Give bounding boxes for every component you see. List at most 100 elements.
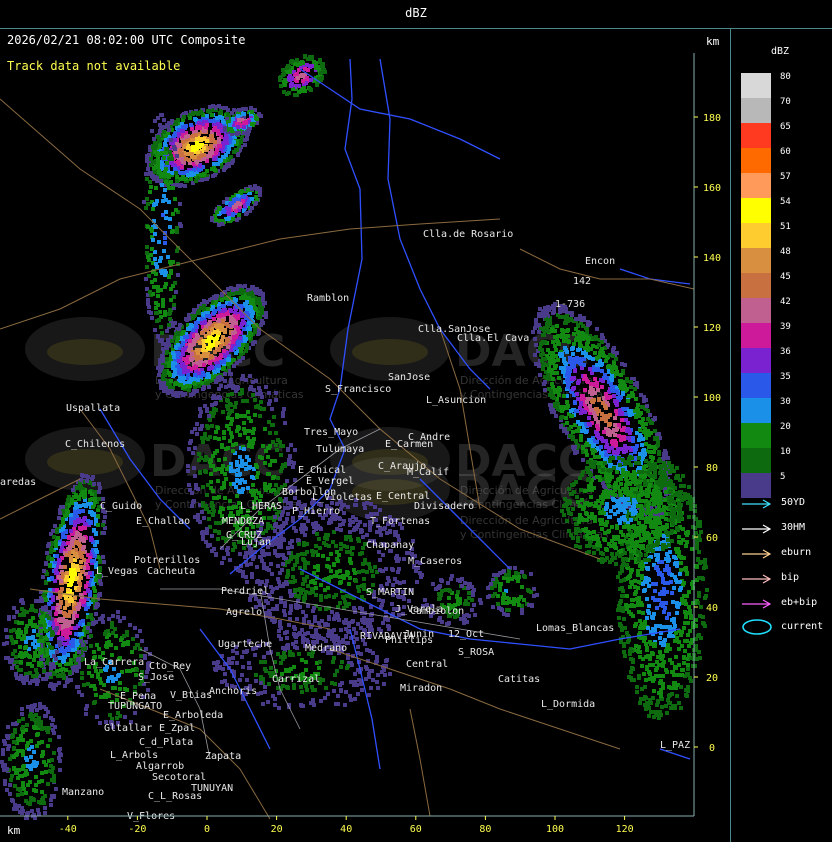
place-label: E_Vergel <box>306 476 354 487</box>
y-tick-label: 20 <box>706 673 718 684</box>
legend-panel: dBZ 80 70 65 60 57 54 51 48 45 42 39 36 35 30 20 10 5 50… <box>731 29 832 842</box>
place-label: C_L_Rosas <box>148 791 202 802</box>
place-label: C_Chilenos <box>65 439 125 450</box>
track-legend-30HM: 30HM <box>741 522 831 536</box>
legend-swatch-5 <box>741 473 771 498</box>
place-label: Central <box>406 659 448 670</box>
place-label: MENDOZA <box>222 516 264 527</box>
legend-value-5: 5 <box>780 472 786 482</box>
track-legend-label: eb+bip <box>781 597 818 608</box>
y-tick-label: 60 <box>706 533 718 544</box>
legend-value-70: 70 <box>780 97 791 107</box>
track-legend-label: 30HM <box>781 522 806 533</box>
place-label: Manzano <box>62 787 104 798</box>
place-label: Tres_Mayo <box>304 427 358 438</box>
track-note: Track data not available <box>7 59 181 73</box>
province-border <box>409 708 431 817</box>
legend-swatch-36 <box>741 348 771 373</box>
river-line <box>619 268 691 285</box>
legend-unit: dBZ <box>771 46 790 57</box>
place-label: L_Vegas <box>96 566 138 577</box>
place-label: Medrano <box>305 643 347 654</box>
place-label: Gltallar <box>104 723 152 734</box>
place-label: L_PAZ <box>660 740 690 751</box>
legend-swatch-48 <box>741 248 771 273</box>
legend-swatch-20 <box>741 423 771 448</box>
place-label: Algarrob <box>136 761 184 772</box>
x-tick-label: 120 <box>616 824 634 835</box>
place-label: Clla.de Rosario <box>423 229 513 240</box>
legend-value-30: 30 <box>780 397 791 407</box>
place-label: Chapanay <box>366 540 414 551</box>
province-border <box>519 248 695 290</box>
y-tick-label: 160 <box>703 183 721 194</box>
track-legend-label: bip <box>781 572 800 583</box>
track-legend-current: current <box>741 619 831 635</box>
track-legend-label: 50YD <box>781 497 806 508</box>
legend-value-36: 36 <box>780 347 791 357</box>
legend-swatch-51 <box>741 223 771 248</box>
legend-swatch-80 <box>741 73 771 98</box>
place-label: L_Arbols <box>110 750 158 761</box>
place-label: Miradon <box>400 683 442 694</box>
y-tick-label: 120 <box>703 323 721 334</box>
place-label: Cambiolon <box>410 606 464 617</box>
place-label: Ramblon <box>307 293 349 304</box>
radar-echo-cell-group <box>278 54 327 97</box>
legend-value-57: 57 <box>780 172 791 182</box>
place-label: aredas <box>0 477 36 488</box>
x-tick-label: 60 <box>410 824 422 835</box>
place-label: Clla.El Cava <box>457 333 529 344</box>
place-label: Ugarteche <box>218 639 272 650</box>
legend-swatch-39 <box>741 323 771 348</box>
track-legend-50YD: 50YD <box>741 497 831 511</box>
place-label: Carrizal <box>272 674 320 685</box>
place-label: C_Guido <box>100 501 142 512</box>
x-tick-label: -20 <box>128 824 146 835</box>
arrow-icon <box>742 499 772 509</box>
legend-value-65: 65 <box>780 122 791 132</box>
place-label: Lomas_Blancas <box>536 623 614 634</box>
place-label: L_HERAS <box>240 501 282 512</box>
place-label: P_Hierro <box>292 506 340 517</box>
place-label: E_Challao <box>136 516 190 527</box>
place-label: Agrelo <box>226 607 262 618</box>
place-label: S_Francisco <box>325 384 391 395</box>
place-label: S_Jose <box>138 672 174 683</box>
radar-echo-cell-group <box>486 566 539 617</box>
x-tick-label: -40 <box>59 824 77 835</box>
radar-echo-cell-group <box>210 184 262 227</box>
legend-value-39: 39 <box>780 322 791 332</box>
track-legend-label: current <box>781 621 824 632</box>
river-line <box>299 68 501 160</box>
legend-swatch-35 <box>741 373 771 398</box>
km-unit-bottom: km <box>7 824 21 837</box>
legend-value-48: 48 <box>780 247 791 257</box>
place-label: T_Fortenas <box>370 516 430 527</box>
legend-value-54: 54 <box>780 197 791 207</box>
title-bar: dBZ <box>0 0 832 29</box>
track-legend-eburn: eburn <box>741 547 831 561</box>
place-label: Anchoris <box>209 686 257 697</box>
y-tick-label: 100 <box>703 393 721 404</box>
x-tick-label: 100 <box>546 824 564 835</box>
x-tick-label: 80 <box>479 824 491 835</box>
place-label: 1-736 <box>555 299 585 310</box>
place-label: E_Arboleda <box>163 710 223 721</box>
place-label: La_Carrera <box>84 657 144 668</box>
place-label: L_Violetas <box>312 492 372 503</box>
legend-value-80: 80 <box>780 72 791 82</box>
radar-map[interactable]: DACCDirección de Agriculturay Contingenc… <box>0 29 729 842</box>
y-tick-label: 180 <box>703 113 721 124</box>
place-label: M_Calif <box>407 467 449 478</box>
y-tick-label: 80 <box>706 463 718 474</box>
place-label: Secotoral <box>152 772 206 783</box>
place-label: Perdriel <box>221 586 269 597</box>
radar-map-panel[interactable]: DACCDirección de Agriculturay Contingenc… <box>0 29 731 842</box>
legend-swatch-65 <box>741 123 771 148</box>
track-legend-bip: bip <box>741 572 831 586</box>
place-label: C_d_Plata <box>139 737 193 748</box>
legend-value-10: 10 <box>780 447 791 457</box>
legend-swatch-42 <box>741 298 771 323</box>
legend-value-42: 42 <box>780 297 791 307</box>
